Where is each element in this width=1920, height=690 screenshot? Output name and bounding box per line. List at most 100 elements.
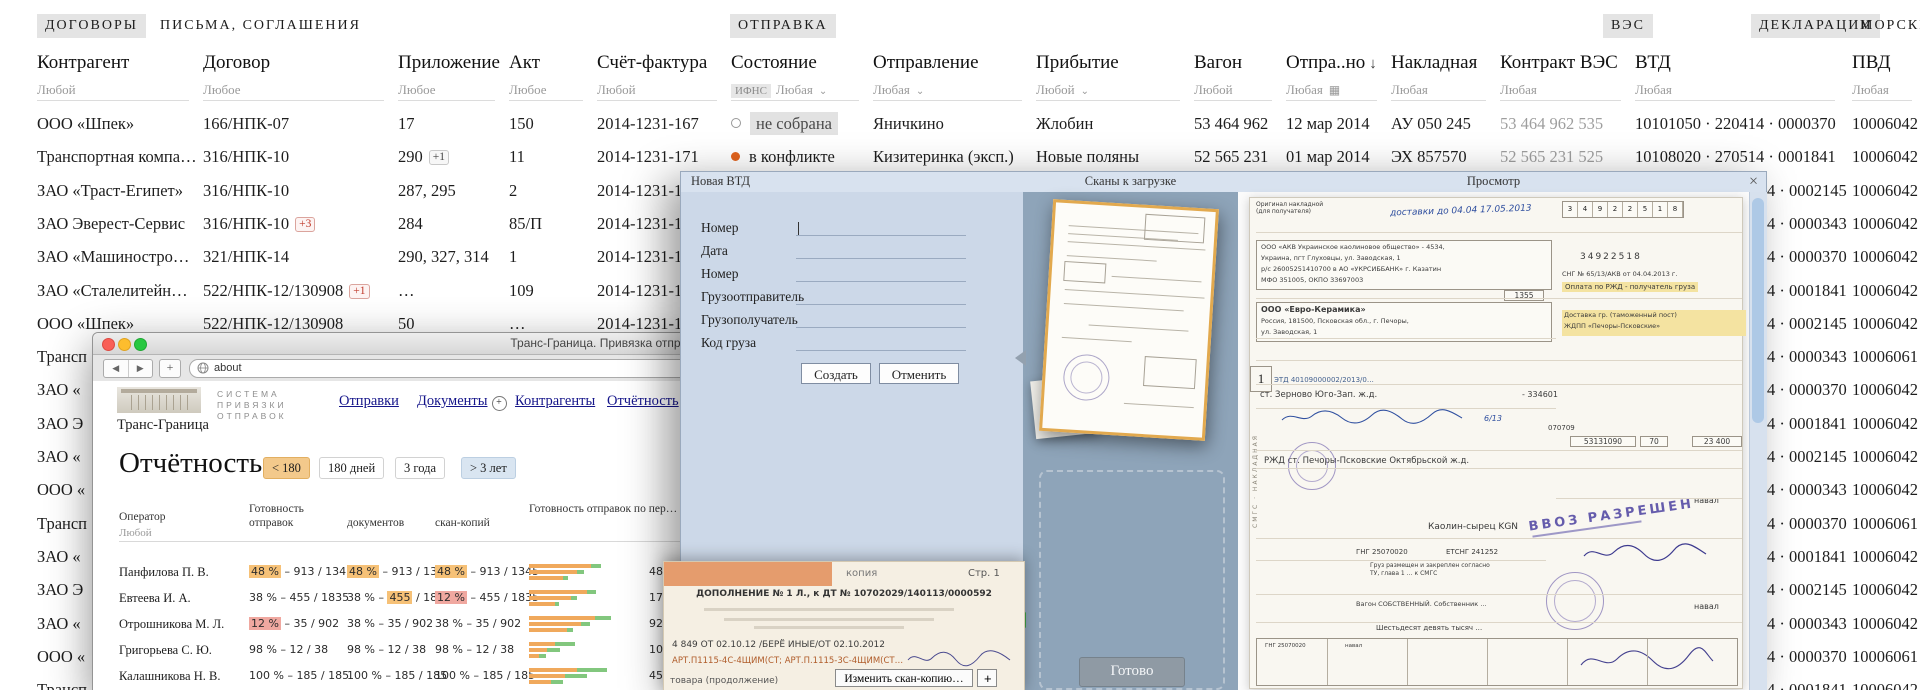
nav-counterparties[interactable]: Контрагенты	[515, 393, 595, 410]
field-input[interactable]	[796, 327, 966, 328]
filter-counterparty[interactable]: Любой	[37, 82, 76, 98]
cell-wagon: 53 464 962	[1194, 107, 1268, 140]
field-input[interactable]	[796, 281, 966, 282]
table-row[interactable]: ООО «Шпек»166/НПК-07171502014-1231-167не…	[0, 107, 1920, 140]
filter-act[interactable]: Любое	[509, 82, 547, 98]
field-input[interactable]	[796, 235, 966, 236]
nav-reports[interactable]: Отчётность	[607, 393, 679, 410]
back-icon[interactable]: ◀	[104, 360, 129, 377]
filter-contract[interactable]: Любое	[203, 82, 241, 98]
cell-departure: Кизитеринка (эксп.)	[873, 140, 1014, 173]
scan-line	[1067, 255, 1157, 261]
filter-appendix[interactable]: Любое	[398, 82, 436, 98]
grid-line	[1647, 639, 1648, 685]
handwriting-squiggle	[904, 648, 1014, 668]
scan-line	[1065, 289, 1205, 299]
operator-name: Григорьева С. Ю.	[119, 637, 212, 663]
tab-ves[interactable]: ВЭС	[1603, 14, 1653, 38]
etd-number: ЭТД 40109000002/2013/0…	[1274, 376, 1374, 384]
readiness-scans: 12 % – 455 / 1835	[435, 585, 539, 611]
close-icon[interactable]: ×	[1749, 172, 1758, 192]
scan-text: 4 849 ОТ 02.10.12 /БЕРЁ ИНЫЕ/ОТ 02.10.20…	[672, 640, 885, 650]
nav-documents[interactable]: Документы+	[417, 393, 507, 411]
tab-shipment[interactable]: ОТПРАВКА	[730, 14, 836, 38]
readiness-shipments: 48 % – 913 / 1345	[249, 559, 353, 585]
scan-line	[754, 626, 904, 629]
tab-contracts[interactable]: ДОГОВОРЫ	[37, 14, 146, 38]
pull-scan-arrow[interactable]	[1015, 350, 1026, 366]
tab-letters-agreements[interactable]: ПИСЬМА, СОГЛАШЕНИЯ	[152, 14, 369, 38]
filter-status[interactable]: ИФНСЛюбая⌄	[731, 82, 827, 98]
filter-wagon[interactable]: Любой	[1194, 82, 1233, 98]
cell-pvd: 10006042	[1852, 607, 1918, 640]
scrollbar-thumb[interactable]	[1752, 198, 1764, 423]
scan-text: Оригинал накладной	[1256, 201, 1323, 208]
nav-shipments[interactable]: Отправки	[339, 393, 399, 410]
cancel-button[interactable]: Отменить	[879, 363, 959, 384]
filter-arrival[interactable]: Любой⌄	[1036, 82, 1089, 98]
add-document-icon[interactable]: +	[492, 396, 507, 411]
column-invoice: Счёт-фактураЛюбой	[597, 52, 707, 74]
readiness-scans: 98 % – 12 / 38	[435, 637, 514, 663]
filter-pvd[interactable]: Любая	[1852, 82, 1889, 98]
cell-invoice: 2014-1231-167	[597, 107, 699, 140]
cell-vtd: 4 · 0002145	[1767, 307, 1847, 340]
forward-icon[interactable]: ▶	[129, 360, 153, 377]
scan-line	[724, 618, 934, 621]
header-divider	[1036, 100, 1180, 101]
cell-waybill: АУ 050 245	[1391, 107, 1471, 140]
add-scan-button[interactable]: +	[977, 669, 997, 687]
field-input[interactable]	[796, 304, 966, 305]
cell-ves-contract: 53 464 962 535	[1500, 107, 1603, 140]
cell-pvd: 10006042	[1852, 240, 1918, 273]
site-logo[interactable]: Транс-Граница	[117, 417, 209, 434]
period-chip[interactable]: 3 года	[395, 457, 445, 479]
cell-counterparty: ООО «Шпек»	[37, 107, 134, 140]
column-scans: скан-копий	[435, 517, 490, 529]
cell-contract: 321/НПК-14	[203, 240, 289, 273]
column-operator: Оператор	[119, 511, 166, 523]
filter-departure[interactable]: Любая⌄	[873, 82, 924, 98]
done-button[interactable]: Готово	[1079, 657, 1185, 687]
operator-filter[interactable]: Любой	[119, 527, 152, 539]
field-label: Грузополучатель	[701, 312, 798, 328]
app-root: ДОГОВОРЫПИСЬМА, СОГЛАШЕНИЯОТПРАВКАВЭСДЕК…	[0, 0, 1920, 690]
field-input[interactable]	[796, 258, 966, 259]
filter-sent-date[interactable]: Любая▦	[1286, 82, 1340, 98]
cell-contract: 316/НПК-10+3	[203, 207, 315, 240]
new-tab-button[interactable]: +	[159, 359, 181, 378]
filter-vtd[interactable]: Любая	[1635, 82, 1672, 98]
preview-scrollbar[interactable]	[1749, 192, 1767, 690]
form-grid: ГНГ 25070020 навал	[1256, 638, 1738, 686]
filter-waybill[interactable]: Любая	[1391, 82, 1428, 98]
column-sent-date: Отпра..но↓Любая▦	[1286, 52, 1377, 74]
copy-label: копия	[846, 568, 877, 579]
period-chip[interactable]: 180 дней	[319, 457, 384, 479]
cell-arrival: Новые поляны	[1036, 140, 1139, 173]
filter-invoice[interactable]: Любой	[597, 82, 636, 98]
history-buttons[interactable]: ◀ ▶	[103, 359, 153, 378]
cell-counterparty: ООО «	[37, 640, 85, 673]
header-divider	[1635, 100, 1835, 101]
operator-name: Калашникова Н. В.	[119, 663, 220, 689]
cell-vtd: 4 · 0002145	[1767, 440, 1847, 473]
scan-text: товара (продолжение)	[670, 676, 778, 686]
address-bar[interactable]: about	[189, 359, 711, 378]
period-chip[interactable]: < 180	[263, 457, 310, 479]
cell-act: 109	[509, 274, 534, 307]
field-input[interactable]	[796, 350, 966, 351]
scan-box	[1143, 356, 1197, 389]
header-divider	[398, 100, 495, 101]
column-shipments: Готовность	[249, 503, 304, 515]
tab-maritime[interactable]: МОРСКИЕ	[1852, 14, 1920, 38]
readiness-bars	[529, 637, 641, 663]
change-scan-button[interactable]: Изменить скан-копию…	[835, 669, 973, 687]
hs-code-box: 53131090	[1570, 436, 1636, 447]
create-button[interactable]: Создать	[801, 363, 871, 384]
period-chip[interactable]: > 3 лет	[461, 457, 516, 479]
filter-ves-contract[interactable]: Любая	[1500, 82, 1537, 98]
grid-line	[1407, 639, 1408, 685]
table-row[interactable]: Транспортная компа…316/НПК-10290+1112014…	[0, 140, 1920, 173]
header-divider	[731, 100, 859, 101]
scan-thumbnail[interactable]	[1039, 199, 1219, 441]
